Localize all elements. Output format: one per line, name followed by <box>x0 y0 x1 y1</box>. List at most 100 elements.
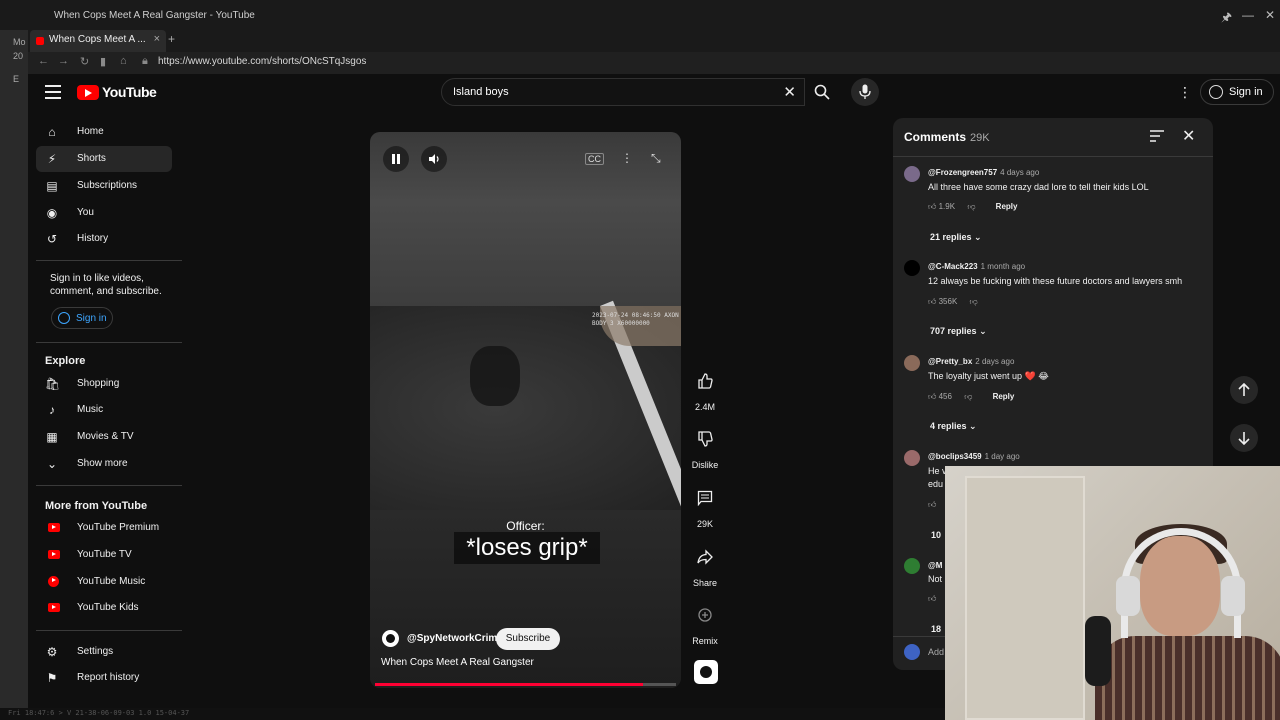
video-frame-top <box>370 132 681 306</box>
comment-text-line2: edu <box>928 479 944 489</box>
sidebar-item-youtube-tv[interactable]: YouTube TV <box>36 542 172 568</box>
account-icon <box>1209 85 1223 99</box>
sidebar-item-report-history[interactable]: ⚑ Report history <box>36 665 172 691</box>
comments-divider <box>893 156 1213 157</box>
search-input[interactable]: Island boys ✕ <box>441 78 805 106</box>
avatar[interactable] <box>904 355 920 371</box>
new-tab-icon[interactable]: + <box>168 32 175 46</box>
thumbs-down-icon[interactable]: 👎︎ <box>967 202 975 211</box>
sidebar-item-show-more[interactable]: ⌄ Show more <box>36 451 172 477</box>
avatar[interactable] <box>904 450 920 466</box>
sidebar-signin-button[interactable]: Sign in <box>51 307 113 329</box>
browser-navbar: ← → ↻ ▮ ⌂ 🔒︎ https://www.youtube.com/sho… <box>28 52 1280 74</box>
progress-bar[interactable] <box>375 683 676 686</box>
remix-label: Remix <box>692 636 718 646</box>
sidebar-item-music[interactable]: ♪ Music <box>36 397 172 423</box>
thumbs-up-icon[interactable]: 👍︎ <box>928 297 936 306</box>
browser-tab[interactable]: When Cops Meet A ... × <box>30 30 166 52</box>
home-browser-icon[interactable]: ⌂ <box>120 55 127 67</box>
replies-toggle[interactable]: 18 <box>931 624 941 634</box>
thumbs-down-icon[interactable]: 👎︎ <box>970 297 978 306</box>
next-video-button[interactable] <box>1230 424 1258 452</box>
minimize-icon[interactable]: — <box>1242 8 1254 22</box>
replies-toggle[interactable]: 21 replies ⌄ <box>930 232 982 243</box>
thumbs-up-icon[interactable]: 👍︎ <box>928 392 936 401</box>
comment-author[interactable]: @M <box>928 561 942 570</box>
replies-toggle[interactable]: 707 replies ⌄ <box>930 326 987 337</box>
add-comment-input[interactable]: Add <box>928 647 944 657</box>
search-button[interactable] <box>805 78 839 106</box>
captions-icon[interactable]: CC <box>585 153 604 165</box>
comment-actions: 👍︎ 456 👎︎ Reply <box>928 392 1015 401</box>
signin-button[interactable]: Sign in <box>1200 79 1274 105</box>
volume-button[interactable] <box>421 146 447 172</box>
tab-title: When Cops Meet A ... <box>49 34 146 45</box>
dislike-label: Dislike <box>691 460 719 470</box>
progress-fill <box>375 683 643 686</box>
comments-button[interactable]: 29K <box>690 484 720 529</box>
forward-icon[interactable]: → <box>58 55 69 67</box>
pin-icon[interactable]: 🖈 <box>1221 8 1232 29</box>
shopping-icon: 🛍︎ <box>45 377 61 391</box>
video-more-icon[interactable]: ⋮ <box>621 151 633 165</box>
sidebar-item-shopping[interactable]: 🛍︎ Shopping <box>36 371 172 397</box>
avatar[interactable] <box>904 558 920 574</box>
dislike-button[interactable]: Dislike <box>688 425 722 470</box>
headphone-left <box>1116 576 1140 616</box>
sidebar-item-shorts[interactable]: ⚡︎ Shorts <box>36 146 172 172</box>
sidebar-item-settings[interactable]: ⚙︎ Settings <box>36 639 172 665</box>
reload-icon[interactable]: ↻ <box>80 55 89 68</box>
thumbs-up-icon[interactable]: 👍︎ <box>928 500 936 510</box>
arrow-up-icon <box>1238 383 1250 396</box>
comment-author: @Pretty_bx 2 days ago <box>928 357 1015 366</box>
sort-icon[interactable] <box>1150 129 1164 147</box>
share-button[interactable]: Share <box>690 543 720 588</box>
remix-button[interactable]: Remix <box>690 601 720 646</box>
chevron-down-icon: ⌄ <box>46 457 58 471</box>
close-window-icon[interactable]: ✕ <box>1265 8 1275 22</box>
headphone-right <box>1221 576 1245 616</box>
channel-badge[interactable] <box>694 660 718 684</box>
sidebar-item-youtube-music[interactable]: YouTube Music <box>36 569 172 595</box>
sidebar-item-history[interactable]: ↺ History <box>36 226 172 252</box>
sidebar-item-you[interactable]: ◉ You <box>36 200 172 226</box>
thumbs-up-icon[interactable]: 👍︎ <box>928 594 936 604</box>
replies-toggle[interactable]: 10 <box>931 530 941 540</box>
close-tab-icon[interactable]: × <box>154 33 160 45</box>
sidebar-item-subscriptions[interactable]: ▤ Subscriptions <box>36 173 172 199</box>
browser-titlebar: When Cops Meet A Real Gangster - YouTube… <box>0 0 1280 30</box>
avatar[interactable] <box>904 166 920 182</box>
menu-icon[interactable] <box>45 85 61 99</box>
like-count: 2.4M <box>694 402 715 412</box>
subscribe-button[interactable]: Subscribe <box>496 628 560 650</box>
bookmark-icon[interactable]: ▮ <box>100 55 106 68</box>
channel-avatar[interactable] <box>382 630 399 647</box>
avatar[interactable] <box>904 260 920 276</box>
search-query: Island boys <box>453 86 509 98</box>
more-from-youtube-heading: More from YouTube <box>45 500 148 512</box>
pause-button[interactable] <box>383 146 409 172</box>
sidebar-item-youtube-premium[interactable]: YouTube Premium <box>36 515 172 541</box>
settings-kebab-icon[interactable]: ⋮ <box>1178 84 1192 101</box>
movies-icon: ▦ <box>46 430 58 444</box>
sidebar-item-movies[interactable]: ▦ Movies & TV <box>36 424 172 450</box>
reply-button[interactable]: Reply <box>993 392 1015 401</box>
thumbs-up-icon[interactable]: 👍︎ <box>928 202 936 211</box>
channel-name[interactable]: @SpyNetworkCrime <box>407 633 503 644</box>
reply-button[interactable]: Reply <box>996 202 1018 211</box>
back-icon[interactable]: ← <box>38 55 49 67</box>
thumbs-down-icon[interactable]: 👎︎ <box>964 392 972 401</box>
previous-video-button[interactable] <box>1230 376 1258 404</box>
explore-heading: Explore <box>45 355 86 367</box>
voice-search-button[interactable] <box>851 78 879 106</box>
sidebar-item-home[interactable]: ⌂ Home <box>36 119 172 145</box>
address-bar[interactable]: https://www.youtube.com/shorts/ONcSTqJsg… <box>158 56 366 67</box>
clear-search-icon[interactable]: ✕ <box>783 83 796 101</box>
replies-toggle[interactable]: 4 replies ⌄ <box>930 421 977 432</box>
like-button[interactable]: 2.4M <box>690 367 720 412</box>
fullscreen-icon[interactable]: ⤡ <box>651 151 661 166</box>
webcam-person-body <box>1095 636 1280 720</box>
shorts-video-player[interactable]: 2023-07-24 08:46:50 AXON BODY 3 X6000000… <box>370 132 681 688</box>
sidebar-item-youtube-kids[interactable]: YouTube Kids <box>36 595 172 621</box>
close-comments-icon[interactable]: ✕ <box>1182 126 1195 146</box>
